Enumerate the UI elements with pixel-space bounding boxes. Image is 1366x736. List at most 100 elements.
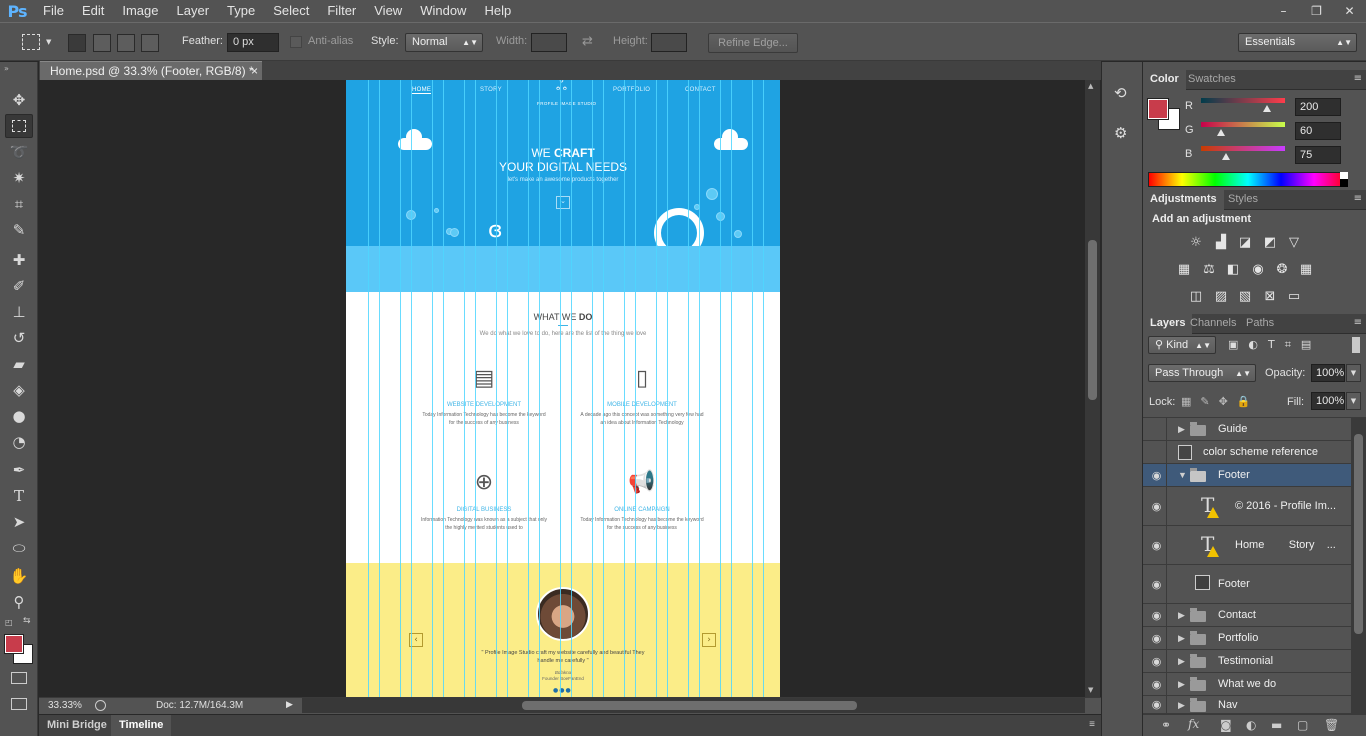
menu-layer[interactable]: Layer [168, 0, 219, 22]
collapse-arrow-icon[interactable]: ▼ [1178, 470, 1187, 480]
blur-tool-icon[interactable]: ● [5, 404, 33, 428]
zoom-level[interactable]: 33.33% [48, 700, 82, 711]
marquee-tool-icon[interactable] [5, 114, 33, 138]
trash-icon[interactable]: 🗑 [1324, 718, 1339, 732]
tab-channels[interactable]: Channels [1183, 314, 1243, 334]
new-layer-icon[interactable]: ▢ [1297, 718, 1308, 732]
eye-icon[interactable]: ◉ [1147, 526, 1167, 564]
layer-row[interactable]: ◉ ▶ Testimonial [1143, 650, 1351, 673]
menu-type[interactable]: Type [218, 0, 264, 22]
ellipse-tool-icon[interactable]: ⬭ [5, 536, 33, 560]
swap-icon[interactable]: ⇄ [582, 34, 593, 49]
scroll-down-arrow-icon[interactable]: ▼ [1088, 686, 1093, 694]
layer-row[interactable]: ◉ ▶ Contact [1143, 604, 1351, 627]
expand-arrow-icon[interactable]: ▶ [1178, 610, 1185, 621]
eye-icon[interactable]: ◉ [1147, 696, 1167, 713]
expand-arrow-icon[interactable]: ▶ [1178, 424, 1185, 435]
blue-slider[interactable] [1201, 146, 1285, 151]
blue-slider-thumb[interactable] [1222, 153, 1230, 160]
eye-icon[interactable]: ◉ [1147, 565, 1167, 603]
channel-mixer-icon[interactable]: ❂ [1274, 261, 1290, 277]
layers-scrollbar[interactable] [1351, 418, 1366, 714]
opacity-input[interactable]: 100% [1311, 364, 1345, 382]
color-lookup-icon[interactable]: ▦ [1298, 261, 1314, 277]
layer-row[interactable]: ▶ Guide [1143, 418, 1351, 441]
layer-row[interactable]: color scheme reference [1143, 441, 1351, 464]
add-selection-icon[interactable] [93, 34, 111, 52]
red-slider-thumb[interactable] [1263, 105, 1271, 112]
tab-swatches[interactable]: Swatches [1181, 70, 1243, 90]
layer-row[interactable]: ◉ Footer [1143, 565, 1351, 604]
menu-select[interactable]: Select [264, 0, 318, 22]
clone-stamp-tool-icon[interactable]: ⊥ [5, 300, 33, 324]
exposure-icon[interactable]: ◩ [1262, 234, 1278, 250]
green-value-input[interactable]: 60 [1295, 122, 1341, 140]
swap-colors-icon[interactable]: ⇆ [23, 616, 31, 626]
tab-mini-bridge[interactable]: Mini Bridge [39, 715, 115, 736]
expand-arrow-icon[interactable]: ▶ [1178, 656, 1185, 667]
eye-icon[interactable]: ◉ [1147, 627, 1167, 649]
width-input[interactable] [531, 33, 567, 52]
crop-tool-icon[interactable]: ⌗ [5, 192, 33, 216]
vibrance-icon[interactable]: ▽ [1286, 234, 1302, 250]
dodge-tool-icon[interactable]: ◔ [5, 430, 33, 454]
collapse-icon[interactable]: » [4, 64, 9, 73]
eye-icon[interactable]: ◉ [1147, 604, 1167, 626]
vertical-scrollbar[interactable]: ▲ ▼ [1085, 80, 1100, 697]
visibility-toggle[interactable] [1147, 418, 1167, 440]
marquee-preset-icon[interactable] [22, 34, 40, 50]
tab-color[interactable]: Color [1143, 70, 1186, 90]
history-brush-tool-icon[interactable]: ↺ [5, 326, 33, 350]
type-tool-icon[interactable]: T [5, 484, 33, 508]
eye-icon[interactable]: ◉ [1147, 487, 1167, 525]
brightness-icon[interactable]: ☼ [1188, 234, 1204, 250]
tab-timeline[interactable]: Timeline [111, 715, 172, 736]
expand-arrow-icon[interactable]: ▶ [1178, 700, 1185, 711]
hue-saturation-icon[interactable]: ▦ [1176, 261, 1192, 277]
posterize-icon[interactable]: ▨ [1213, 288, 1229, 304]
close-button[interactable]: ✕ [1333, 0, 1366, 22]
screen-mode-icon[interactable] [11, 698, 27, 710]
selective-color-icon[interactable]: ⊠ [1262, 288, 1278, 304]
default-colors-icon[interactable]: ◰ [5, 618, 13, 627]
layer-row[interactable]: ◉ ▶ Nav [1143, 696, 1351, 714]
black-white-icon[interactable]: ◧ [1225, 261, 1241, 277]
minimize-button[interactable]: – [1267, 0, 1300, 22]
panel-menu-icon[interactable]: ≡ [1354, 317, 1362, 328]
green-slider[interactable] [1201, 122, 1285, 127]
visibility-toggle[interactable] [1147, 441, 1167, 463]
menu-filter[interactable]: Filter [318, 0, 365, 22]
pen-tool-icon[interactable]: ✒ [5, 458, 33, 482]
eye-icon[interactable]: ◉ [1147, 650, 1167, 672]
status-menu-icon[interactable]: ▶ [286, 699, 293, 710]
black-swatch[interactable] [1340, 179, 1348, 187]
layer-filter-icons[interactable]: ▣◐T⌗▤ [1228, 338, 1321, 352]
quick-mask-icon[interactable] [11, 672, 27, 684]
menu-view[interactable]: View [365, 0, 411, 22]
layer-row[interactable]: ◉ ▶ Portfolio [1143, 627, 1351, 650]
lasso-tool-icon[interactable]: ➰ [5, 140, 33, 164]
tab-styles[interactable]: Styles [1221, 190, 1265, 210]
horizontal-scrollbar[interactable] [302, 698, 1085, 713]
hand-tool-icon[interactable]: ✋ [5, 564, 33, 588]
scroll-up-icon[interactable]: ▲ [1088, 82, 1093, 90]
expand-arrow-icon[interactable]: ▶ [1178, 633, 1185, 644]
chevron-down-icon[interactable]: ▼ [1346, 392, 1361, 410]
document-tab[interactable]: Home.psd @ 33.3% (Footer, RGB/8) * × [40, 61, 262, 80]
tab-adjustments[interactable]: Adjustments [1143, 190, 1224, 210]
menu-file[interactable]: File [34, 0, 73, 22]
layer-row[interactable]: ◉ T © 2016 - Profile Im... [1143, 487, 1351, 526]
eyedropper-tool-icon[interactable]: ✎ [5, 218, 33, 242]
path-selection-tool-icon[interactable]: ➤ [5, 510, 33, 534]
foreground-color-swatch[interactable] [4, 634, 24, 654]
workspace-select[interactable]: Essentials ▲▼ [1238, 33, 1357, 52]
color-spectrum-bar[interactable] [1148, 172, 1348, 187]
healing-brush-tool-icon[interactable]: ✚ [5, 248, 33, 272]
properties-icon[interactable]: ⚙ [1114, 124, 1132, 142]
filter-toggle[interactable] [1352, 337, 1360, 353]
antialias-checkbox[interactable] [290, 36, 302, 48]
expand-arrow-icon[interactable]: ▶ [1178, 679, 1185, 690]
eye-icon[interactable]: ◉ [1147, 673, 1167, 695]
link-layers-icon[interactable]: ⚭ [1161, 718, 1171, 732]
status-icon[interactable] [95, 700, 106, 711]
